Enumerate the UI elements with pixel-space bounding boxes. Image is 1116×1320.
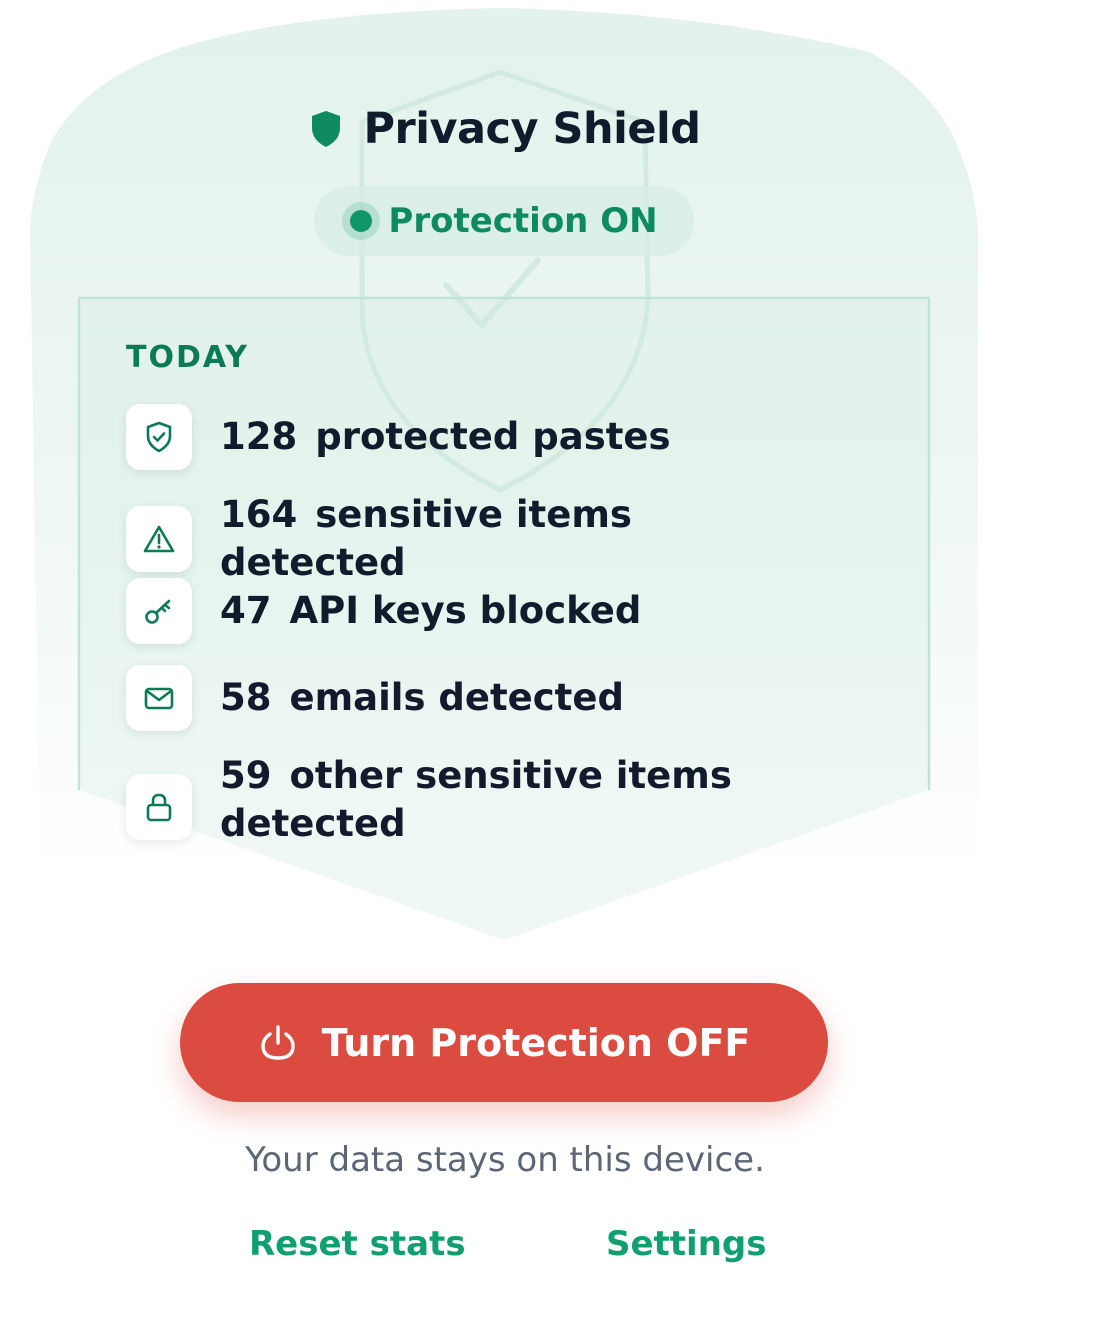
reset-stats-link[interactable]: Reset stats [249, 1224, 466, 1264]
stat-row-api-keys: 47 API keys blocked [126, 578, 641, 644]
stat-count: 164 [220, 493, 298, 536]
status-dot-icon [350, 210, 373, 232]
protection-status-badge: Protection ON [314, 186, 694, 256]
header: Privacy Shield [0, 104, 1010, 154]
protection-status-text: Protection ON [388, 201, 658, 241]
stat-label: protected pastes [315, 415, 671, 458]
stat-row-sensitive-items: 164 sensitive items detected [126, 491, 780, 587]
shield-check-icon [126, 404, 192, 470]
privacy-note: Your data stays on this device. [245, 1140, 765, 1180]
stat-row-protected-pastes: 128 protected pastes [126, 404, 671, 470]
stat-count: 47 [220, 589, 272, 632]
shield-icon [311, 111, 340, 147]
section-label-today: TODAY [126, 340, 249, 375]
stat-row-other-items: 59 other sensitive items detected [126, 752, 760, 848]
turn-protection-off-button[interactable]: Turn Protection OFF [180, 983, 828, 1102]
stat-row-emails: 58 emails detected [126, 665, 624, 731]
stat-label: other sensitive items detected [220, 754, 732, 845]
mail-icon [126, 665, 192, 731]
lock-icon [126, 774, 192, 840]
button-label: Turn Protection OFF [321, 1020, 751, 1065]
stat-label: emails detected [289, 676, 624, 719]
stat-count: 128 [220, 415, 298, 458]
power-icon [260, 1024, 295, 1060]
key-icon [126, 578, 192, 644]
page-title: Privacy Shield [363, 104, 702, 154]
stat-label: API keys blocked [289, 589, 642, 632]
settings-link[interactable]: Settings [606, 1224, 767, 1264]
stat-count: 59 [220, 754, 272, 797]
stat-count: 58 [220, 676, 272, 719]
warning-icon [126, 506, 192, 572]
